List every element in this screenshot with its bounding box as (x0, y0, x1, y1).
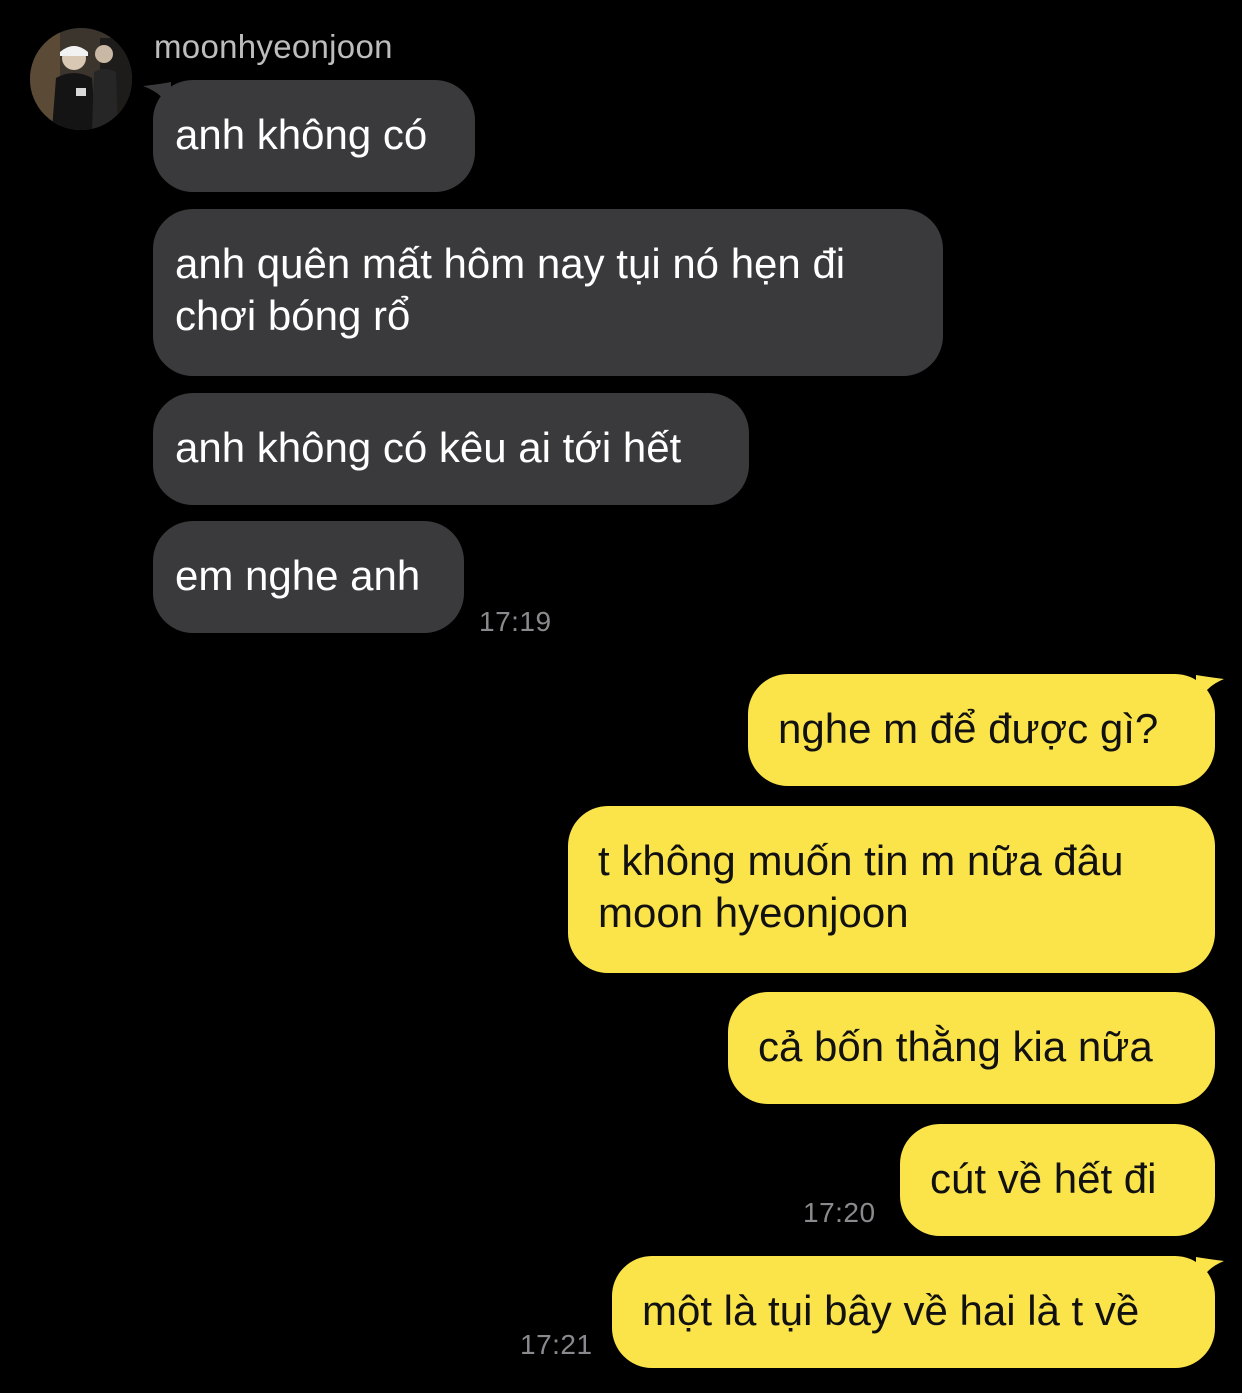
message-timestamp: 17:19 (479, 606, 552, 637)
message-text-line: anh quên mất hôm nay tụi nó hẹn đi (175, 240, 846, 287)
message-text: em nghe anh (175, 552, 421, 599)
outgoing-message[interactable]: cả bốn thằng kia nữa (728, 992, 1215, 1104)
outgoing-message[interactable]: một là tụi bây về hai là t về (612, 1256, 1215, 1368)
incoming-message[interactable]: anh quên mất hôm nay tụi nó hẹn đi chơi … (153, 209, 943, 376)
sender-avatar[interactable] (30, 28, 132, 130)
incoming-message[interactable]: anh không có kêu ai tới hết (153, 393, 749, 505)
message-timestamp: 17:21 (520, 1329, 593, 1360)
message-text: một là tụi bây về hai là t về (642, 1287, 1140, 1334)
outgoing-message[interactable]: t không muốn tin m nữa đâu moon hyeonjoo… (568, 806, 1215, 973)
sender-name: moonhyeonjoon (154, 28, 393, 65)
message-text: anh không có kêu ai tới hết (175, 424, 682, 471)
message-text: nghe m để được gì? (778, 705, 1159, 752)
message-text: cả bốn thằng kia nữa (758, 1023, 1153, 1070)
message-text-line: moon hyeonjoon (598, 889, 909, 936)
message-text-line: t không muốn tin m nữa đâu (598, 837, 1124, 884)
incoming-message[interactable]: anh không có (153, 80, 475, 192)
message-text-line: chơi bóng rổ (175, 292, 411, 339)
message-timestamp: 17:20 (803, 1197, 876, 1228)
avatar-photo-icon (30, 28, 132, 130)
message-text: cút về hết đi (930, 1155, 1157, 1202)
message-text: anh không có (175, 111, 428, 158)
incoming-message[interactable]: em nghe anh (153, 521, 464, 633)
outgoing-message[interactable]: cút về hết đi (900, 1124, 1215, 1236)
outgoing-message[interactable]: nghe m để được gì? (748, 674, 1215, 786)
